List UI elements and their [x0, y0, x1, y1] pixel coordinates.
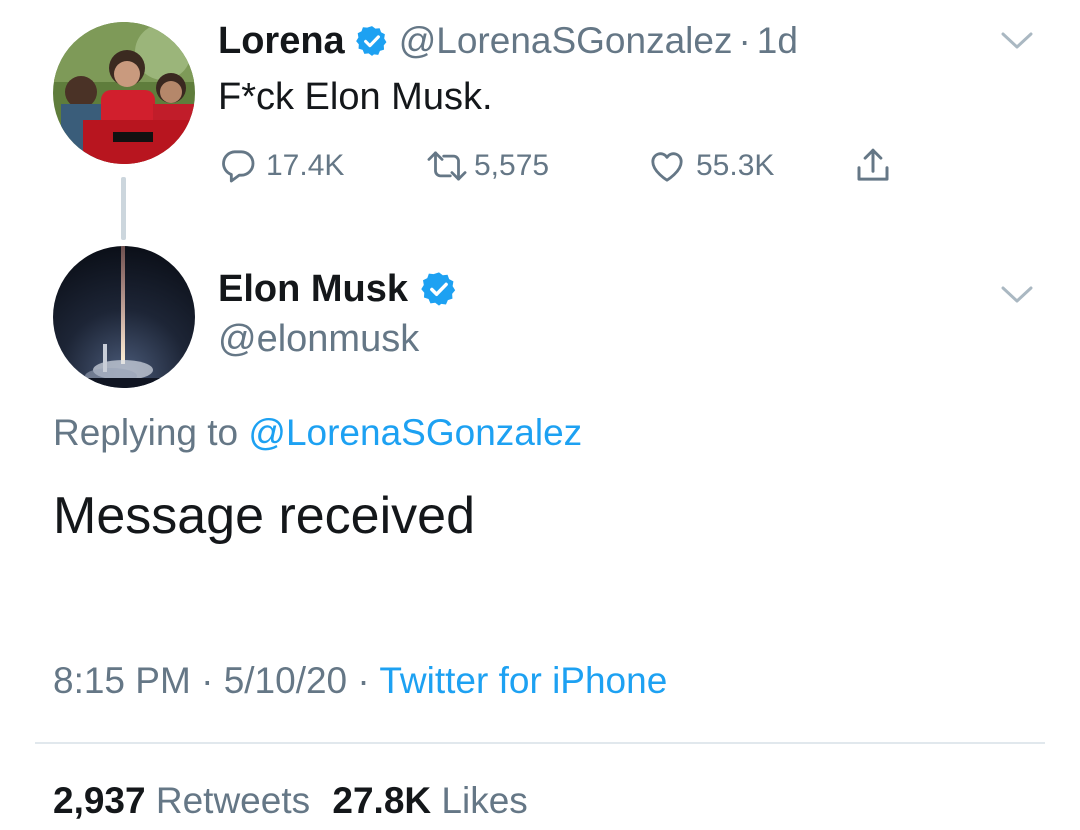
- likes-stat[interactable]: 27.8K Likes: [332, 780, 527, 821]
- parent-dot-separator: ·: [738, 20, 751, 61]
- parent-display-name[interactable]: Lorena: [218, 20, 345, 63]
- thread-connector: [121, 177, 126, 240]
- main-display-name[interactable]: Elon Musk: [218, 268, 408, 311]
- share-icon: [857, 148, 889, 181]
- retweet-icon: [427, 151, 467, 181]
- divider: [35, 742, 1045, 744]
- main-tweet-name-row: Elon Musk: [218, 266, 458, 312]
- main-handle[interactable]: @elonmusk: [218, 318, 419, 361]
- elon-avatar[interactable]: [53, 246, 195, 388]
- replying-to-label: Replying to: [53, 412, 239, 453]
- parent-handle[interactable]: @LorenaSGonzalez: [399, 20, 733, 62]
- heart-icon: [651, 152, 683, 182]
- replying-to-handle-link[interactable]: @LorenaSGonzalez: [248, 412, 582, 453]
- tweet-time[interactable]: 8:15 PM: [53, 660, 191, 701]
- like-button[interactable]: 55.3K: [646, 146, 852, 186]
- retweets-label: Retweets: [155, 780, 311, 821]
- like-count: 55.3K: [696, 149, 775, 182]
- reply-button[interactable]: 17.4K: [218, 146, 424, 186]
- likes-total: 27.8K: [332, 780, 432, 821]
- replying-to: Replying to @LorenaSGonzalez: [53, 412, 582, 454]
- parent-chevron-down-icon[interactable]: [1000, 30, 1034, 52]
- timestamp-separator: ·: [201, 660, 214, 701]
- tweet-source-link[interactable]: Twitter for iPhone: [379, 660, 667, 701]
- share-button[interactable]: [852, 145, 894, 187]
- retweet-button[interactable]: 5,575: [424, 146, 646, 186]
- retweet-count: 5,575: [474, 149, 550, 182]
- parent-tweet-header: Lorena @LorenaSGonzalez · 1d: [218, 18, 798, 64]
- retweets-stat[interactable]: 2,937 Retweets: [53, 780, 320, 821]
- reply-count: 17.4K: [266, 149, 345, 182]
- parent-tweet-actions: 17.4K 5,575 55.3K: [218, 142, 894, 190]
- tweet-date[interactable]: 5/10/20: [224, 660, 347, 701]
- verified-badge-icon: [421, 272, 456, 306]
- tweet-timestamp-row: 8:15 PM · 5/10/20 · Twitter for iPhone: [53, 660, 667, 702]
- main-tweet-text: Message received: [53, 487, 475, 545]
- parent-tweet-age[interactable]: 1d: [757, 20, 798, 62]
- tweet-stats-row: 2,937 Retweets 27.8K Likes: [53, 780, 528, 822]
- lorena-avatar[interactable]: [53, 22, 195, 164]
- reply-icon: [222, 150, 255, 183]
- timestamp-separator: ·: [357, 660, 370, 701]
- parent-tweet-text: F*ck Elon Musk.: [218, 76, 493, 118]
- verified-badge-icon: [355, 26, 387, 56]
- main-chevron-down-icon[interactable]: [1000, 284, 1034, 306]
- likes-label: Likes: [441, 780, 528, 821]
- retweets-total: 2,937: [53, 780, 146, 821]
